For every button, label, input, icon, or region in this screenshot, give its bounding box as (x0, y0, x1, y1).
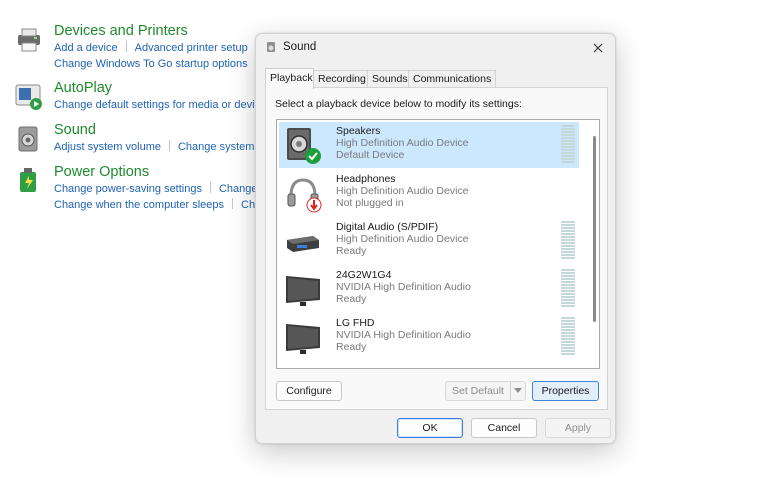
device-name: Headphones (336, 173, 396, 185)
windows-to-go-link[interactable]: Change Windows To Go startup options (54, 58, 248, 70)
set-default-button[interactable]: Set Default (445, 381, 526, 401)
tab-sounds[interactable]: Sounds (367, 70, 409, 87)
power-options-icon (14, 166, 44, 196)
device-description: High Definition Audio Device (336, 185, 469, 197)
sound-dialog: Sound Playback Recording Sounds Communic… (255, 33, 616, 444)
volume-meter (561, 269, 575, 307)
close-icon (593, 43, 603, 53)
monitor-icon (283, 318, 323, 358)
volume-meter (561, 221, 575, 259)
change-system-sounds-link[interactable]: Change system (178, 141, 254, 153)
cp-devices-title[interactable]: Devices and Printers (54, 22, 248, 40)
adjust-volume-link[interactable]: Adjust system volume (54, 141, 161, 153)
cancel-button[interactable]: Cancel (471, 418, 537, 438)
power-saving-link[interactable]: Change power-saving settings (54, 183, 202, 195)
cp-autoplay-title[interactable]: AutoPlay (54, 79, 260, 97)
device-status: Not plugged in (336, 197, 404, 209)
digital-audio-icon (283, 222, 323, 262)
dialog-title: Sound (283, 41, 317, 53)
default-check-icon (305, 148, 321, 164)
monitor-icon (283, 270, 323, 310)
device-status: Default Device (336, 149, 405, 161)
device-description: NVIDIA High Definition Audio (336, 281, 471, 293)
device-name: 24G2W1G4 (336, 269, 392, 281)
sound-icon (14, 124, 44, 154)
device-status: Ready (336, 245, 367, 257)
device-status: Ready (336, 293, 367, 305)
sleep-settings-link[interactable]: Change when the computer sleeps (54, 199, 224, 211)
apply-button[interactable]: Apply (545, 418, 611, 438)
ok-button[interactable]: OK (397, 418, 463, 438)
tab-communications[interactable]: Communications (408, 70, 496, 87)
tab-playback[interactable]: Playback (265, 68, 314, 89)
volume-meter (561, 317, 575, 355)
dialog-titlebar[interactable]: Sound (256, 34, 615, 60)
chevron-down-icon (514, 388, 522, 393)
close-button[interactable] (587, 37, 609, 59)
volume-meter (561, 125, 575, 163)
cp-power-title[interactable]: Power Options (54, 163, 258, 181)
power-change-truncated-link[interactable]: Ch (241, 199, 255, 211)
device-row-24g2w1g4[interactable]: 24G2W1G4 NVIDIA High Definition Audio Re… (279, 266, 579, 312)
properties-button[interactable]: Properties (532, 381, 599, 401)
device-name: Digital Audio (S/PDIF) (336, 221, 439, 233)
device-row-headphones[interactable]: Headphones High Definition Audio Device … (279, 170, 579, 216)
headphones-icon (283, 174, 323, 214)
device-description: High Definition Audio Device (336, 137, 469, 149)
device-row-lg-fhd[interactable]: LG FHD NVIDIA High Definition Audio Read… (279, 314, 579, 360)
instruction-text: Select a playback device below to modify… (275, 98, 522, 110)
speaker-small-icon (265, 41, 277, 53)
playback-panel: Select a playback device below to modify… (265, 87, 608, 410)
device-row-digital-audio[interactable]: Digital Audio (S/PDIF) High Definition A… (279, 218, 579, 264)
speaker-icon (283, 126, 323, 166)
device-description: NVIDIA High Definition Audio (336, 329, 471, 341)
cp-sound-title[interactable]: Sound (54, 121, 254, 139)
advanced-printer-setup-link[interactable]: Advanced printer setup (135, 42, 248, 54)
autoplay-icon (14, 82, 44, 112)
power-change-link[interactable]: Change (219, 183, 258, 195)
add-device-link[interactable]: Add a device (54, 42, 118, 54)
device-status: Ready (336, 341, 367, 353)
device-name: LG FHD (336, 317, 375, 329)
device-list-scrollbar[interactable] (593, 136, 596, 322)
set-default-dropdown[interactable] (510, 382, 525, 400)
configure-button[interactable]: Configure (276, 381, 342, 401)
device-name: Speakers (336, 125, 381, 137)
tab-recording[interactable]: Recording (313, 70, 368, 87)
autoplay-defaults-link[interactable]: Change default settings for media or dev… (54, 99, 260, 111)
device-row-speakers[interactable]: Speakers High Definition Audio Device De… (279, 122, 579, 168)
set-default-label: Set Default (452, 385, 504, 397)
device-description: High Definition Audio Device (336, 233, 469, 245)
printer-icon (14, 25, 44, 55)
device-list[interactable]: Speakers High Definition Audio Device De… (276, 119, 600, 369)
